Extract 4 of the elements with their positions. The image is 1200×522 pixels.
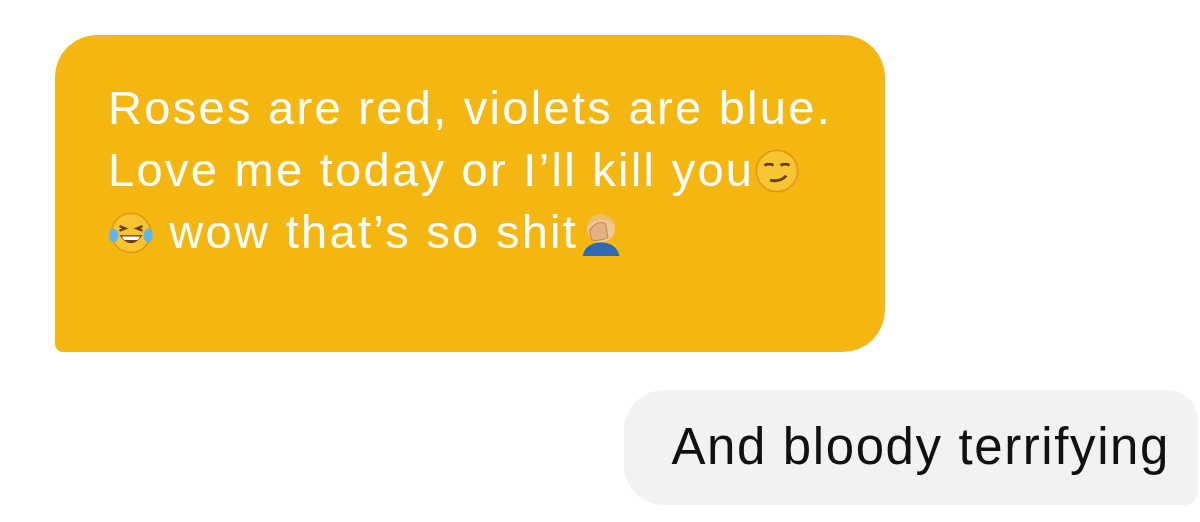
message-text: Roses are red, violets are blue. Love me today or I’ll kill you wow that’s so shit — [108, 80, 834, 260]
message-text: And bloody terrifying — [671, 417, 1170, 477]
laughing-face-icon — [108, 210, 154, 256]
smirking-face-icon — [754, 148, 801, 194]
